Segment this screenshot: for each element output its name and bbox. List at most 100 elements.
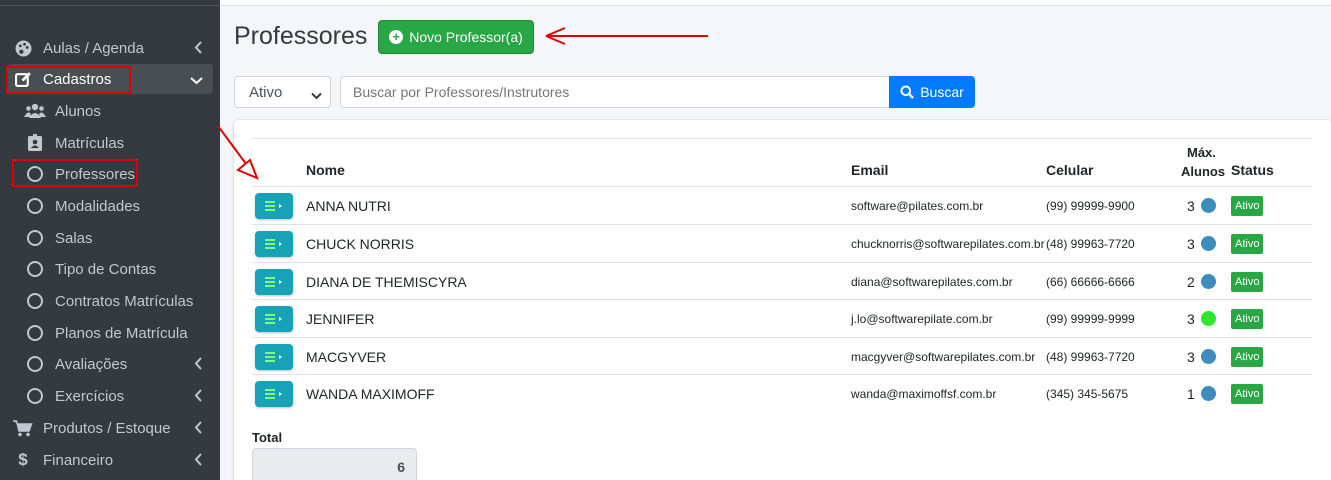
column-header-max-alunos-line1: Máx. — [1187, 145, 1216, 160]
sidebar-item-matriculas[interactable]: Matrículas — [8, 128, 213, 158]
cell-status: Ativo — [1231, 187, 1264, 224]
sidebar-item-alunos[interactable]: Alunos — [8, 96, 213, 126]
navbar — [220, 0, 1331, 6]
chevron-left-icon — [194, 357, 203, 374]
sidebar-item-tipo-de-contas[interactable]: Tipo de Contas — [8, 254, 213, 284]
status-badge: Ativo — [1231, 383, 1264, 404]
plus-circle-icon: + — [389, 30, 404, 44]
cell-email: diana@softwarepilates.com.br — [851, 274, 1013, 289]
cell-nome: WANDA MAXIMOFF — [306, 385, 435, 402]
sidebar-item-label: Matrículas — [55, 134, 125, 152]
sidebar-item-label: Modalidades — [55, 197, 141, 215]
sidebar-item-planos-de-matricula[interactable]: Planos de Matrícula — [8, 318, 213, 348]
sidebar-item-label: Alunos — [55, 102, 101, 120]
row-menu-button[interactable] — [255, 305, 293, 332]
sidebar-item-label: Financeiro — [43, 451, 114, 469]
sidebar-item-label: Cadastros — [43, 70, 112, 88]
status-dot-icon — [1200, 311, 1216, 326]
menu-caret-icon — [265, 388, 282, 399]
search-icon — [900, 85, 915, 99]
max-alunos-value: 3 — [1187, 310, 1195, 327]
search-button[interactable]: Buscar — [889, 76, 975, 108]
sidebar-item-produtos-estoque[interactable]: Produtos / Estoque — [8, 413, 213, 443]
row-actions-cell — [255, 375, 293, 412]
sidebar-item-label: Tipo de Contas — [55, 260, 157, 278]
new-professor-button[interactable]: + Novo Professor(a) — [378, 20, 534, 54]
max-alunos-value: 3 — [1187, 348, 1195, 365]
menu-caret-icon — [265, 276, 282, 287]
status-select[interactable]: Ativo — [234, 76, 331, 108]
column-header-celular: Celular — [1046, 162, 1094, 178]
row-actions-cell — [255, 300, 293, 337]
search-input[interactable] — [340, 76, 890, 108]
chevron-left-icon — [194, 41, 203, 58]
cell-status: Ativo — [1231, 300, 1264, 337]
sidebar: Aulas / Agenda Cadastros Alunos Matrícul… — [0, 0, 220, 480]
sidebar-item-modalidades[interactable]: Modalidades — [8, 191, 213, 221]
row-menu-button[interactable] — [255, 230, 293, 257]
sidebar-item-cadastros[interactable]: Cadastros — [8, 64, 213, 94]
cell-email: j.lo@softwarepilate.com.br — [851, 311, 993, 326]
cell-celular: (99) 99999-9999 — [1046, 311, 1135, 326]
sidebar-item-exercicios[interactable]: Exercícios — [8, 381, 213, 411]
status-badge: Ativo — [1231, 271, 1264, 292]
cell-celular: (66) 66666-6666 — [1046, 274, 1135, 289]
status-badge: Ativo — [1231, 308, 1264, 329]
sidebar-item-financeiro[interactable]: $ Financeiro — [8, 445, 213, 475]
edit-icon — [12, 69, 34, 89]
palette-icon — [12, 38, 34, 58]
cell-status: Ativo — [1231, 225, 1264, 262]
cell-celular: (99) 99999-9900 — [1046, 198, 1135, 213]
cell-email: software@pilates.com.br — [851, 198, 984, 213]
column-header-email: Email — [851, 162, 889, 178]
new-professor-label: Novo Professor(a) — [409, 29, 523, 45]
max-alunos-value: 3 — [1187, 197, 1195, 214]
status-select-value: Ativo — [249, 84, 283, 101]
sidebar-item-contratos-matriculas[interactable]: Contratos Matrículas — [8, 286, 213, 316]
circle-icon — [24, 228, 46, 248]
status-dot-icon — [1200, 198, 1216, 213]
column-header-nome: Nome — [306, 162, 345, 178]
table-row: DIANA DE THEMISCYRA diana@softwarepilates… — [252, 262, 1312, 300]
cell-status: Ativo — [1231, 338, 1264, 375]
cell-celular: (48) 99963-7720 — [1046, 349, 1135, 364]
sidebar-item-salas[interactable]: Salas — [8, 223, 213, 253]
id-badge-icon — [24, 133, 46, 153]
cell-max-alunos: 3 — [1187, 225, 1216, 262]
cell-max-alunos: 3 — [1187, 187, 1216, 224]
circle-icon — [24, 354, 46, 374]
status-dot-icon — [1200, 236, 1216, 251]
sidebar-item-aulas-agenda[interactable]: Aulas / Agenda — [8, 33, 213, 63]
sidebar-item-label: Exercícios — [55, 387, 125, 405]
row-menu-button[interactable] — [255, 268, 293, 295]
table-row: MACGYVER macgyver@softwarepilates.com.br (… — [252, 337, 1312, 375]
search-button-label: Buscar — [920, 84, 964, 100]
max-alunos-value: 1 — [1187, 385, 1195, 402]
sidebar-item-avaliacoes[interactable]: Avaliações — [8, 349, 213, 379]
cell-status: Ativo — [1231, 263, 1264, 300]
cell-email: macgyver@softwarepilates.com.br — [851, 349, 1036, 364]
status-dot-icon — [1200, 386, 1216, 401]
page-title: Professores — [234, 22, 368, 50]
users-icon — [24, 101, 46, 121]
chevron-left-icon — [194, 421, 203, 438]
status-badge: Ativo — [1231, 195, 1264, 216]
sidebar-item-professores[interactable]: Professores — [8, 159, 213, 189]
total-value: 6 — [252, 448, 417, 480]
row-menu-button[interactable] — [255, 343, 293, 370]
circle-icon — [24, 291, 46, 311]
menu-caret-icon — [265, 313, 282, 324]
annotation-arrow-new-button — [545, 27, 708, 45]
status-dot-icon — [1200, 349, 1216, 364]
sidebar-item-label: Produtos / Estoque — [43, 419, 171, 437]
sidebar-item-label: Contratos Matrículas — [55, 292, 194, 310]
total-label: Total — [252, 430, 283, 445]
table-row: CHUCK NORRIS chucknorris@softwarepilates.… — [252, 224, 1312, 262]
cell-max-alunos: 3 — [1187, 300, 1216, 337]
column-header-max-alunos-line2: Alunos — [1181, 164, 1226, 179]
row-menu-button[interactable] — [255, 192, 293, 219]
circle-icon — [24, 196, 46, 216]
max-alunos-value: 3 — [1187, 235, 1195, 252]
row-menu-button[interactable] — [255, 380, 293, 407]
chevron-left-icon — [194, 389, 203, 406]
